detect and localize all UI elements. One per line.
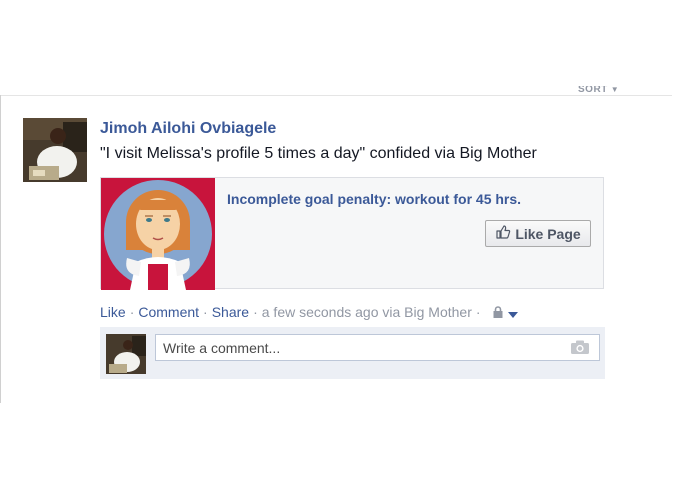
like-link[interactable]: Like <box>100 304 126 320</box>
comment-link[interactable]: Comment <box>138 304 199 320</box>
share-link[interactable]: Share <box>212 304 249 320</box>
commenter-avatar[interactable] <box>106 334 146 374</box>
comment-input[interactable]: Write a comment... <box>155 334 600 361</box>
post-author-name[interactable]: Jimoh Ailohi Ovbiagele <box>100 120 276 138</box>
camera-icon[interactable] <box>570 339 590 355</box>
feed-left-border <box>0 95 1 403</box>
like-page-button[interactable]: Like Page <box>485 220 591 247</box>
feed-top-border <box>0 95 672 96</box>
privacy-dropdown-icon[interactable] <box>507 307 519 318</box>
post-actions-row: Like · Comment · Share · a few seconds a… <box>100 304 519 320</box>
caret-down-icon: ▼ <box>610 86 620 94</box>
separator-dot: · <box>253 304 258 320</box>
separator-dot: · <box>475 304 481 320</box>
lock-icon[interactable] <box>491 305 505 319</box>
post-timestamp[interactable]: a few seconds ago via Big Mother <box>262 304 472 320</box>
post-status-text: "I visit Melissa's profile 5 times a day… <box>100 145 537 162</box>
page-attachment-card[interactable]: Incomplete goal penalty: workout for 45 … <box>100 177 604 290</box>
page-profile-image[interactable] <box>101 178 215 290</box>
like-page-label: Like Page <box>515 225 581 242</box>
separator-dot: · <box>129 304 135 320</box>
thumbs-up-icon <box>495 224 511 243</box>
attachment-title[interactable]: Incomplete goal penalty: workout for 45 … <box>227 191 521 207</box>
author-avatar[interactable] <box>23 118 87 182</box>
separator-dot: · <box>203 304 208 320</box>
sort-label: SORT <box>578 86 608 95</box>
sort-control[interactable]: SORT ▼ <box>578 86 619 95</box>
